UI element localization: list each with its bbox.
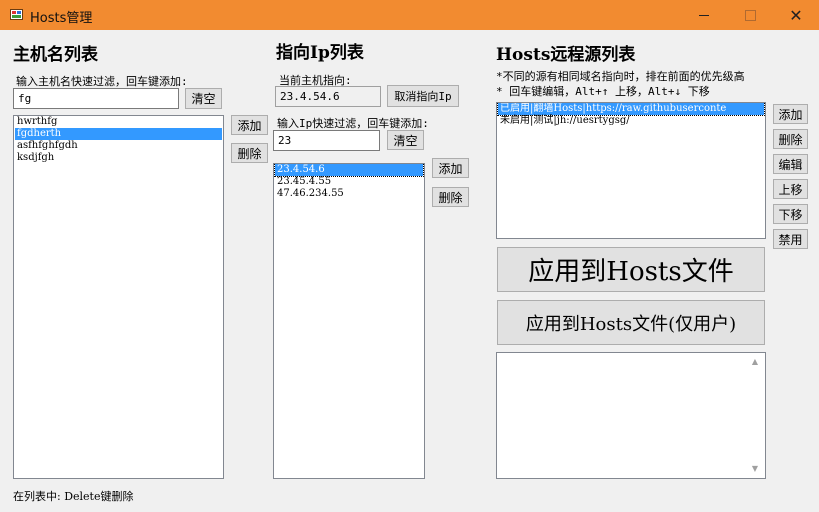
remote-disable-button[interactable]: 禁用 [773,229,808,249]
remote-note-shortcuts: * 回车键编辑，Alt+↑ 上移，Alt+↓ 下移 [496,85,710,98]
ip-list-item[interactable]: 23.45.4.55 [275,176,423,188]
ip-list-title: 指向Ip列表 [276,43,364,63]
scroll-up-icon[interactable]: ▲ [750,357,760,367]
hostname-list-item[interactable]: asfhfghfgdh [15,140,222,152]
cancel-ip-button[interactable]: 取消指向Ip [387,85,459,107]
hostname-delete-button[interactable]: 删除 [231,143,268,163]
current-ip-field: 23.4.54.6 [275,86,381,107]
hostname-add-button[interactable]: 添加 [231,115,268,135]
hostname-clear-button[interactable]: 清空 [185,88,222,109]
window-title: Hosts管理 [30,11,93,26]
remote-add-button[interactable]: 添加 [773,104,808,124]
hostname-list-title: 主机名列表 [13,45,98,65]
hostname-list-item[interactable]: ksdjfgh [15,152,222,164]
maximize-button[interactable] [727,0,773,30]
hostname-list-item[interactable]: hwrthfg [15,116,222,128]
ip-list-item[interactable]: 47.46.234.55 [275,188,423,200]
hosts-window: Hosts管理 ✕ 主机名列表 输入主机名快速过滤，回车键添加: fg 清空 h… [0,0,819,512]
close-button[interactable]: ✕ [773,0,819,30]
apply-hosts-user-button[interactable]: 应用到Hosts文件(仅用户) [497,300,765,345]
remote-note-priority: *不同的源有相同域名指向时，排在前面的优先级高 [496,70,745,83]
remote-delete-button[interactable]: 删除 [773,129,808,149]
ip-filter-label: 输入Ip快速过滤，回车键添加: [277,117,429,130]
minimize-button[interactable] [681,0,727,30]
remote-edit-button[interactable]: 编辑 [773,154,808,174]
remote-source-item[interactable]: 已启用|翻墙Hosts|https://raw.githubuserconte [497,103,765,116]
hostname-filter-input[interactable]: fg [13,88,179,109]
hostname-filter-label: 输入主机名快速过滤，回车键添加: [16,75,188,88]
app-icon [10,9,23,20]
status-text: 在列表中: Delete键删除 [13,490,134,503]
hostname-list-item[interactable]: fgdherth [15,128,222,140]
remote-up-button[interactable]: 上移 [773,179,808,199]
remote-source-list[interactable]: 已启用|翻墙Hosts|https://raw.githubuserconte 未… [496,102,766,239]
scroll-down-icon[interactable]: ▼ [750,464,760,474]
ip-list[interactable]: 23.4.54.6 23.45.4.55 47.46.234.55 [273,163,425,479]
ip-add-button[interactable]: 添加 [432,158,469,178]
remote-down-button[interactable]: 下移 [773,204,808,224]
apply-hosts-button[interactable]: 应用到Hosts文件 [497,247,765,292]
log-output-area[interactable]: ▲ ▼ [496,352,766,479]
remote-list-title: Hosts远程源列表 [496,45,636,65]
title-bar: Hosts管理 ✕ [0,0,819,30]
ip-delete-button[interactable]: 删除 [432,187,469,207]
ip-filter-input[interactable]: 23 [273,130,380,151]
ip-list-item[interactable]: 23.4.54.6 [274,164,424,177]
ip-clear-button[interactable]: 清空 [387,130,424,150]
remote-source-item[interactable]: 未启用|测试|jh://uesrtygsg/ [498,115,764,127]
hostname-list[interactable]: hwrthfg fgdherth asfhfghfgdh ksdjfgh [13,115,224,479]
